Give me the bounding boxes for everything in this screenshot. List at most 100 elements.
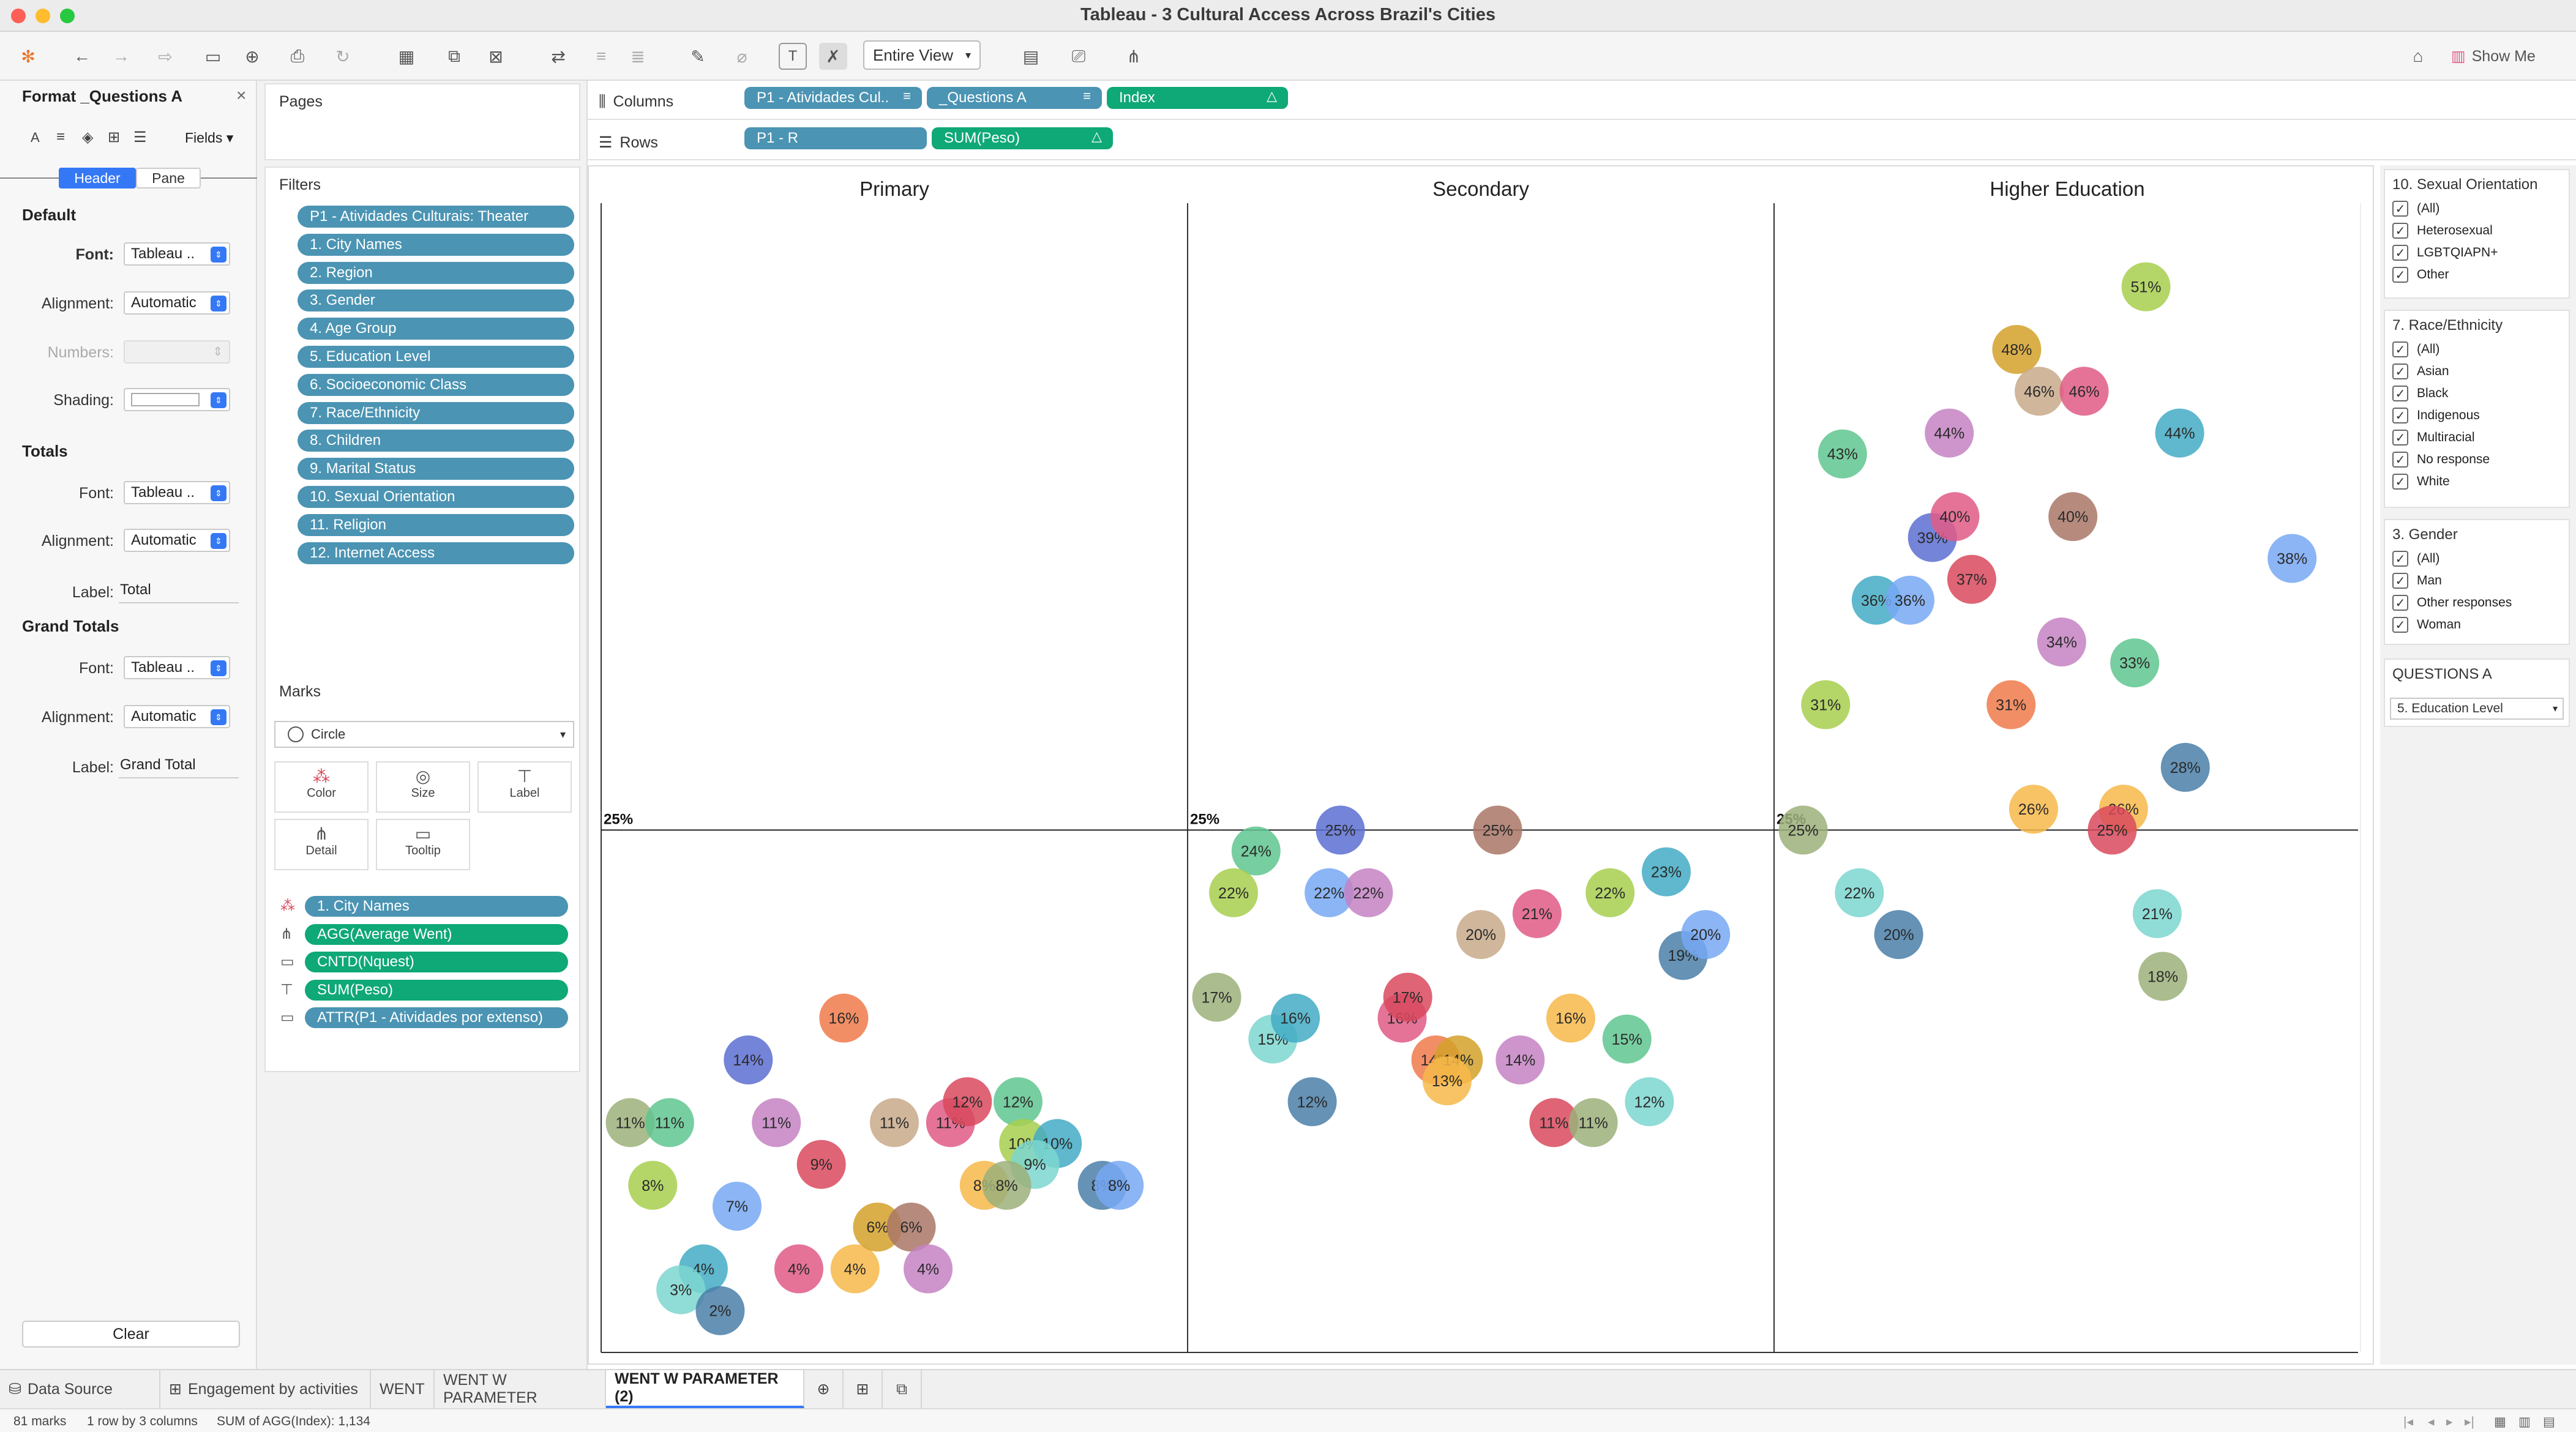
row-pill[interactable]: SUM(Peso) △ [932, 127, 1113, 149]
lines-icon[interactable]: ☰ [133, 129, 147, 146]
new-story-tab-button[interactable]: ⧉ [883, 1370, 922, 1408]
sort-descending-icon[interactable]: ≣ [624, 43, 651, 70]
filter-pill[interactable]: 12. Internet Access [298, 542, 574, 564]
filter-pill[interactable]: 4. Age Group [298, 318, 574, 340]
filter-pill[interactable]: P1 - Atividades Culturais: Theater [298, 206, 574, 228]
tab-view-icon[interactable]: ▤ [2543, 1414, 2555, 1430]
tooltip-button[interactable]: ▭ Tooltip [376, 819, 470, 870]
back-icon[interactable]: ← [69, 43, 95, 70]
tab-went[interactable]: WENT [371, 1370, 435, 1408]
default-numbers-dropdown[interactable]: ⇕ [124, 340, 230, 364]
columns-shelf[interactable]: ⫼ Columns P1 - Atividades Cul.. ≡ _Question… [588, 83, 2576, 120]
tab-pane[interactable]: Pane [136, 168, 201, 188]
clear-sheet-icon[interactable]: ⊠ [477, 43, 514, 70]
forward-icon[interactable]: → [108, 43, 135, 70]
grand-totals-alignment-dropdown[interactable]: Automatic ⇕ [124, 705, 230, 728]
label-button[interactable]: ⊤ Label [477, 761, 572, 813]
new-data-source-icon[interactable]: ⊕ [239, 43, 266, 70]
checkbox-icon[interactable]: ✓ [2392, 201, 2408, 217]
show-labels-icon[interactable]: T [779, 43, 807, 70]
legend-item[interactable]: ✓ White [2392, 474, 2450, 490]
checkbox-icon[interactable]: ✓ [2392, 223, 2408, 239]
viz-canvas[interactable]: Primary Secondary Higher Education 25% 25% 25… [588, 165, 2374, 1365]
filter-pill[interactable]: 9. Marital Status [298, 458, 574, 480]
color-button[interactable]: ⁂ Color [274, 761, 369, 813]
show-cards-icon[interactable]: ▤ [1013, 43, 1049, 70]
grand-totals-label-input[interactable]: Grand Total [119, 756, 239, 778]
checkbox-icon[interactable]: ✓ [2392, 408, 2408, 423]
fields-dropdown[interactable]: Fields ▾ [185, 130, 233, 146]
legend-item[interactable]: ✓ No response [2392, 452, 2490, 468]
tab-engagement[interactable]: ⊞ Engagement by activities [160, 1370, 371, 1408]
column-pill[interactable]: _Questions A ≡ [927, 87, 1102, 109]
default-font-dropdown[interactable]: Tableau .. ⇕ [124, 242, 230, 266]
legend-item[interactable]: ✓ Indigenous [2392, 408, 2480, 423]
filmstrip-view-icon[interactable]: ▥ [2518, 1414, 2531, 1430]
checkbox-icon[interactable]: ✓ [2392, 430, 2408, 446]
close-icon[interactable]: × [236, 86, 246, 105]
sort-ascending-icon[interactable]: ≡ [588, 43, 615, 70]
fix-axes-icon[interactable]: ✗ [819, 43, 847, 70]
filter-pill[interactable]: 5. Education Level [298, 346, 574, 368]
legend-item[interactable]: ✓ Black [2392, 386, 2448, 401]
checkbox-icon[interactable]: ✓ [2392, 341, 2408, 357]
filter-pill[interactable]: 2. Region [298, 261, 574, 284]
legend-item[interactable]: ✓ (All) [2392, 201, 2439, 217]
save-icon[interactable]: ▭ [200, 43, 227, 70]
duplicate-icon[interactable]: ⧉ [441, 43, 468, 70]
legend-item[interactable]: ✓ LGBTQIAPN+ [2392, 245, 2498, 261]
filter-pill[interactable]: 11. Religion [298, 513, 574, 536]
filter-pill[interactable]: 10. Sexual Orientation [298, 486, 574, 508]
column-pill[interactable]: Index △ [1107, 87, 1288, 109]
highlight-icon[interactable]: ✎ [680, 43, 716, 70]
clear-button[interactable]: Clear [22, 1321, 240, 1348]
legend-item[interactable]: ✓ Other [2392, 267, 2449, 283]
new-worksheet-tab-button[interactable]: ⊕ [804, 1370, 844, 1408]
legend-item[interactable]: ✓ (All) [2392, 551, 2439, 567]
new-dashboard-tab-button[interactable]: ⊞ [844, 1370, 883, 1408]
checkbox-icon[interactable]: ✓ [2392, 452, 2408, 468]
tab-data-source[interactable]: ⛁ Data Source [0, 1370, 160, 1408]
grid-view-icon[interactable]: ▦ [2494, 1414, 2506, 1430]
group-icon[interactable]: ⌀ [728, 43, 755, 70]
mark-field-pill[interactable]: AGG(Average Went) [305, 923, 568, 945]
redo-icon[interactable]: ⇨ [147, 43, 184, 70]
tableau-logo-icon[interactable]: ✻ [15, 43, 42, 70]
size-button[interactable]: ◎ Size [376, 761, 470, 813]
checkbox-icon[interactable]: ✓ [2392, 245, 2408, 261]
refresh-icon[interactable]: ↻ [324, 43, 361, 70]
default-shading-dropdown[interactable]: ⇕ [124, 388, 230, 411]
pages-card[interactable]: Pages [264, 83, 580, 160]
mark-type-dropdown[interactable]: Circle ▾ [274, 721, 574, 748]
borders-icon[interactable]: ⊞ [108, 129, 120, 146]
mark-field-pill[interactable]: ATTR(P1 - Atividades por extenso) [305, 1007, 568, 1029]
prev-page-icon[interactable]: ◂ [2428, 1414, 2435, 1430]
font-icon[interactable]: A [31, 130, 40, 146]
view-size-select[interactable]: Entire View ▾ [863, 40, 981, 70]
checkbox-icon[interactable]: ✓ [2392, 474, 2408, 490]
mark-field-pill[interactable]: SUM(Peso) [305, 979, 568, 1001]
new-worksheet-icon[interactable]: ▦ [388, 43, 425, 70]
legend-item[interactable]: ✓ Man [2392, 573, 2442, 589]
legend-item[interactable]: ✓ Heterosexual [2392, 223, 2493, 239]
legend-item[interactable]: ✓ Multiracial [2392, 430, 2475, 446]
checkbox-icon[interactable]: ✓ [2392, 573, 2408, 589]
filter-pill[interactable]: 8. Children [298, 430, 574, 452]
alignment-icon[interactable]: ≡ [56, 129, 65, 146]
grand-totals-font-dropdown[interactable]: Tableau .. ⇕ [124, 656, 230, 679]
row-pill[interactable]: P1 - R [744, 127, 927, 149]
legend-item[interactable]: ✓ Woman [2392, 617, 2461, 633]
mark-field-pill[interactable]: CNTD(Nquest) [305, 952, 568, 973]
checkbox-icon[interactable]: ✓ [2392, 267, 2408, 283]
filter-pill[interactable]: 3. Gender [298, 289, 574, 312]
totals-alignment-dropdown[interactable]: Automatic ⇕ [124, 529, 230, 552]
legend-item[interactable]: ✓ Asian [2392, 364, 2449, 379]
detail-button[interactable]: ⋔ Detail [274, 819, 369, 870]
checkbox-icon[interactable]: ✓ [2392, 617, 2408, 633]
show-me-button[interactable]: ▥ Show Me [2451, 43, 2549, 70]
column-pill[interactable]: P1 - Atividades Cul.. ≡ [744, 87, 922, 109]
legend-item[interactable]: ✓ (All) [2392, 341, 2439, 357]
filter-pill[interactable]: 6. Socioeconomic Class [298, 373, 574, 396]
scatter-chart[interactable]: Primary Secondary Higher Education 25% 25% 25… [589, 166, 2373, 1363]
pause-updates-icon[interactable]: ⎙ [279, 43, 316, 70]
